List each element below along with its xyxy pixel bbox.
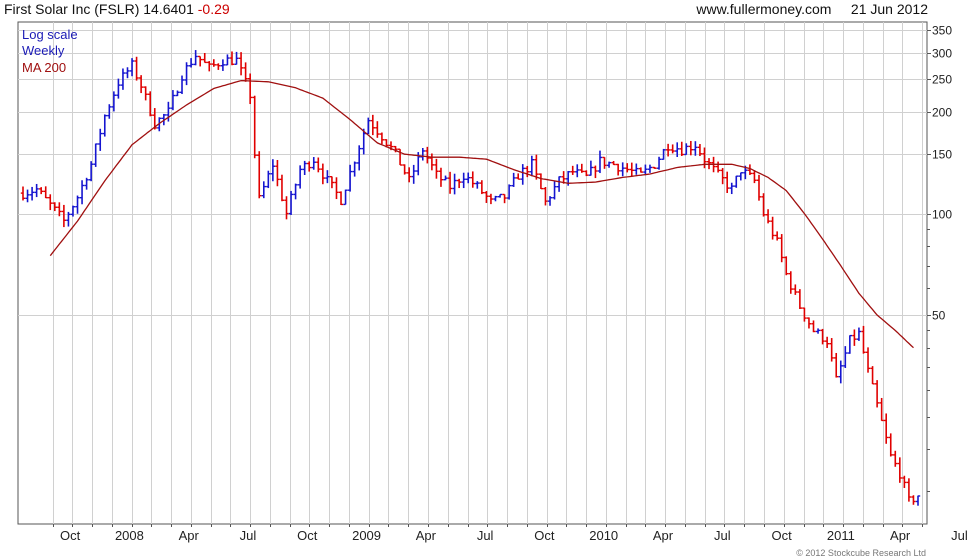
y-tick-label: 350: [932, 24, 952, 38]
x-tick-label: Apr: [890, 528, 911, 543]
y-tick-label: 100: [932, 208, 952, 222]
y-tick-label: 250: [932, 73, 952, 87]
x-tick-label: 2010: [589, 528, 618, 543]
x-tick-label: 2009: [352, 528, 381, 543]
x-tick-label: 2008: [115, 528, 144, 543]
copyright: © 2012 Stockcube Research Ltd: [796, 548, 926, 558]
x-tick-label: Jul: [240, 528, 257, 543]
x-tick-label: Apr: [179, 528, 200, 543]
x-tick-label: Jul: [714, 528, 731, 543]
x-tick-label: Jul: [477, 528, 494, 543]
y-tick-label: 150: [932, 148, 952, 162]
legend-scale: Log scale: [22, 27, 78, 42]
x-tick-label: 2011: [827, 528, 855, 543]
x-tick-label: Oct: [534, 528, 555, 543]
x-tick-label: Apr: [416, 528, 437, 543]
y-tick-label: 50: [932, 309, 946, 323]
price-chart: 50 100 150 200 250 300 350 Oct 2008 Apr Jul Oct 2009…: [17, 21, 968, 543]
y-tick-label: 300: [932, 47, 952, 61]
y-tick-label: 200: [932, 106, 952, 120]
x-tick-label: Jul: [951, 528, 968, 543]
x-tick-label: Apr: [653, 528, 674, 543]
x-tick-label: Oct: [60, 528, 81, 543]
legend-ma: MA 200: [22, 60, 67, 75]
x-tick-label: Oct: [771, 528, 792, 543]
legend-period: Weekly: [22, 43, 65, 58]
x-tick-label: Oct: [297, 528, 318, 543]
